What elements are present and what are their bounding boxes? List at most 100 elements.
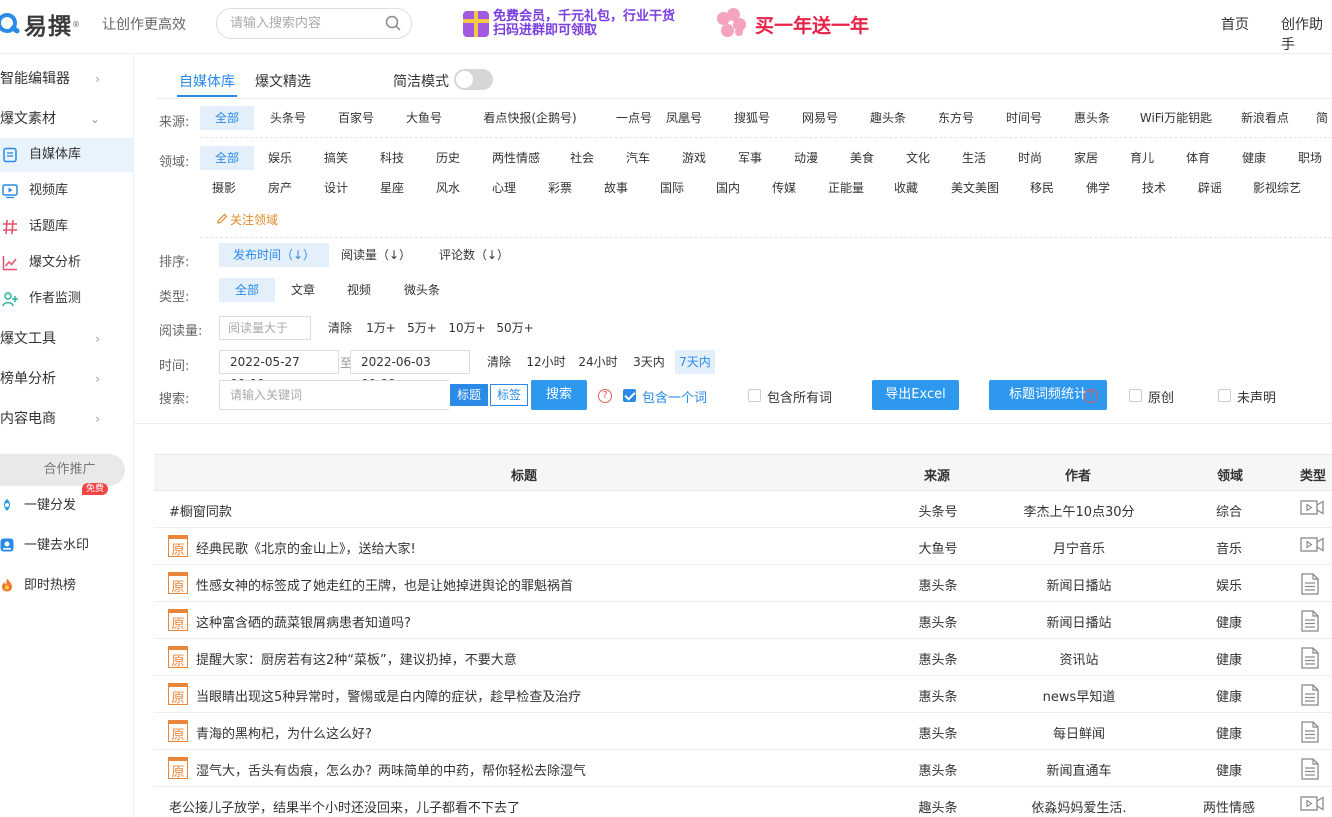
follow-domain-link[interactable]: 关注领域 (217, 211, 278, 228)
table-row[interactable]: 原提醒大家：厨房若有这2种“菜板”，建议扔掉，不要大意 惠头条 资讯站 健康 (154, 639, 1332, 676)
domain-chip[interactable]: 职场 (1286, 146, 1332, 170)
domain-chip[interactable]: 文化 (894, 146, 942, 170)
domain-chip[interactable]: 家居 (1062, 146, 1110, 170)
sidebar-item-author-monitor[interactable]: 作者监测 (0, 282, 134, 316)
table-row[interactable]: 原当眼睛出现这5种异常时，警惕或是白内障的症状，趁早检查及治疗 惠头条 news早知… (154, 676, 1332, 713)
contains-one-checkbox[interactable] (623, 389, 636, 402)
row-title[interactable]: #橱窗同款 (169, 501, 232, 520)
time-12h[interactable]: 12小时 (524, 350, 568, 374)
source-chip[interactable]: 全部 (200, 106, 254, 130)
domain-chip[interactable]: 娱乐 (256, 146, 304, 170)
domain-chip[interactable]: 美文美图 (940, 176, 1010, 200)
read-count-input[interactable] (219, 316, 311, 340)
type-micro[interactable]: 微头条 (397, 278, 447, 302)
nav-creation-assistant[interactable]: 创作助手 (1281, 14, 1332, 54)
row-title[interactable]: 经典民歌《北京的金山上》，送给大家! (196, 538, 416, 557)
tab-media-library[interactable]: 自媒体库 (179, 71, 235, 91)
help-icon[interactable]: ? (598, 389, 612, 403)
table-row[interactable]: 原湿气大，舌头有齿痕，怎么办？两味简单的中药，帮你轻松去除湿气 惠头条 新闻直通车 健… (154, 750, 1332, 787)
source-chip[interactable]: 看点快报(企鹅号) (464, 106, 596, 130)
simple-mode-toggle[interactable] (454, 69, 493, 90)
promo-banner-vip[interactable]: 免费会员，千元礼包，行业干货 扫码进群即可领取 (463, 8, 689, 40)
read-100k[interactable]: 10万+ (446, 316, 488, 340)
tool-one-click-distribute[interactable]: 一键分发 免费 (0, 483, 134, 519)
search-icon[interactable] (385, 15, 401, 31)
domain-chip[interactable]: 设计 (312, 176, 360, 200)
help-icon[interactable]: ? (1084, 389, 1098, 403)
search-by-title[interactable]: 标题 (450, 384, 488, 406)
table-row[interactable]: 原青海的黑枸杞，为什么这么好? 惠头条 每日鲜闻 健康 (154, 713, 1332, 750)
domain-chip[interactable]: 游戏 (670, 146, 718, 170)
contains-all-checkbox[interactable] (748, 389, 761, 402)
read-50k[interactable]: 5万+ (404, 316, 440, 340)
search-by-tag[interactable]: 标签 (490, 384, 528, 406)
sort-publish-time[interactable]: 发布时间（↓） (219, 243, 329, 267)
domain-chip[interactable]: 彩票 (536, 176, 584, 200)
time-24h[interactable]: 24小时 (576, 350, 620, 374)
domain-chip[interactable]: 生活 (950, 146, 998, 170)
domain-chip[interactable]: 体育 (1174, 146, 1222, 170)
logo[interactable]: 易撰 ® (0, 8, 80, 40)
domain-chip[interactable]: 搞笑 (312, 146, 360, 170)
domain-chip[interactable]: 影视综艺 (1242, 176, 1312, 200)
sidebar-group-ecommerce[interactable]: 内容电商 › (0, 404, 134, 434)
date-from-input[interactable]: 2022-05-27 00:00 (219, 350, 339, 391)
domain-chip[interactable]: 全部 (200, 146, 254, 170)
domain-chip[interactable]: 社会 (558, 146, 606, 170)
table-row[interactable]: 老公接儿子放学，结果半个小时还没回来，儿子都看不下去了 趣头条 依淼妈妈爱生活. 两性… (154, 787, 1332, 817)
source-chip[interactable]: 大鱼号 (396, 106, 452, 130)
source-chip[interactable]: 凤凰号 (656, 106, 712, 130)
domain-chip[interactable]: 故事 (592, 176, 640, 200)
domain-chip[interactable]: 军事 (726, 146, 774, 170)
time-7days[interactable]: 7天内 (675, 350, 715, 374)
domain-chip[interactable]: 心理 (480, 176, 528, 200)
table-row[interactable]: 原这种富含硒的蔬菜银屑病患者知道吗? 惠头条 新闻日播站 健康 (154, 602, 1332, 639)
row-title[interactable]: 老公接儿子放学，结果半个小时还没回来，儿子都看不下去了 (169, 797, 520, 816)
row-author[interactable]: news早知道 (999, 686, 1159, 705)
tab-hot-selection[interactable]: 爆文精选 (255, 71, 311, 91)
sidebar-item-hot-analysis[interactable]: 爆文分析 (0, 246, 134, 280)
domain-chip[interactable]: 移民 (1018, 176, 1066, 200)
tool-remove-watermark[interactable]: 一键去水印 (0, 533, 134, 559)
original-checkbox[interactable] (1129, 389, 1142, 402)
source-chip[interactable]: 时间号 (996, 106, 1052, 130)
read-500k[interactable]: 50万+ (494, 316, 536, 340)
time-clear[interactable]: 清除 (481, 350, 517, 374)
domain-chip[interactable]: 历史 (424, 146, 472, 170)
time-3days[interactable]: 3天内 (629, 350, 669, 374)
domain-chip[interactable]: 育儿 (1118, 146, 1166, 170)
row-author[interactable]: 每日鲜闻 (999, 723, 1159, 742)
sidebar-item-media-library[interactable]: 自媒体库 (0, 138, 134, 172)
header-search-input[interactable] (230, 9, 390, 38)
source-chip[interactable]: 网易号 (792, 106, 848, 130)
sidebar-group-rank[interactable]: 榜单分析 › (0, 364, 134, 394)
source-chip[interactable]: 百家号 (328, 106, 384, 130)
source-chip[interactable]: 东方号 (928, 106, 984, 130)
domain-chip[interactable]: 收藏 (882, 176, 930, 200)
row-title[interactable]: 性感女神的标签成了她走红的王牌，也是让她掉进舆论的罪魁祸首 (196, 575, 573, 594)
keyword-input[interactable] (219, 380, 449, 410)
source-chip[interactable]: 趣头条 (860, 106, 916, 130)
row-author[interactable]: 月宁音乐 (999, 538, 1159, 557)
domain-chip[interactable]: 摄影 (200, 176, 248, 200)
tool-hot-list[interactable]: 即时热榜 (0, 573, 134, 599)
undeclared-checkbox[interactable] (1218, 389, 1231, 402)
source-chip[interactable]: 简 (1312, 106, 1332, 130)
type-article[interactable]: 文章 (283, 278, 323, 302)
sidebar-group-editor[interactable]: 智能编辑器 › (0, 64, 134, 94)
domain-chip[interactable]: 国内 (704, 176, 752, 200)
row-title[interactable]: 湿气大，舌头有齿痕，怎么办？两味简单的中药，帮你轻松去除湿气 (196, 760, 586, 779)
row-title[interactable]: 青海的黑枸杞，为什么这么好? (196, 723, 372, 742)
table-row[interactable]: #橱窗同款 头条号 李杰上午10点30分 综合 (154, 491, 1332, 528)
sidebar-group-tools[interactable]: 爆文工具 › (0, 324, 134, 354)
source-chip[interactable]: 一点号 (604, 106, 664, 130)
domain-chip[interactable]: 风水 (424, 176, 472, 200)
domain-chip[interactable]: 动漫 (782, 146, 830, 170)
row-author[interactable]: 新闻直通车 (999, 760, 1159, 779)
cooperation-button[interactable]: 合作推广 (0, 454, 125, 486)
domain-chip[interactable]: 房产 (256, 176, 304, 200)
row-title[interactable]: 这种富含硒的蔬菜银屑病患者知道吗? (196, 612, 411, 631)
date-to-input[interactable]: 2022-06-03 00:00 (350, 350, 470, 391)
source-chip[interactable]: 新浪看点 (1222, 106, 1308, 130)
row-title[interactable]: 当眼睛出现这5种异常时，警惕或是白内障的症状，趁早检查及治疗 (196, 686, 581, 705)
